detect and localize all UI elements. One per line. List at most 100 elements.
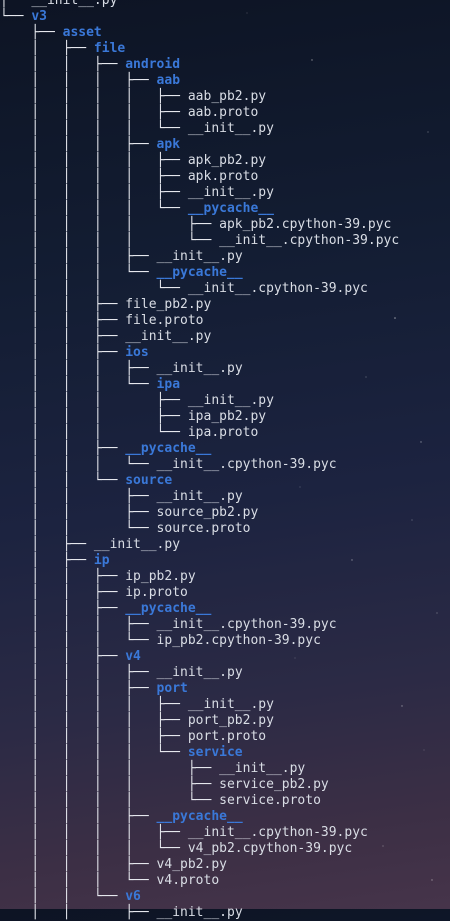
file-name: __init__.py <box>156 489 243 504</box>
tree-branch-lines: │ │ ├── <box>0 585 126 600</box>
tree-branch-lines: │ │ │ └── <box>0 377 157 392</box>
directory-name: ios <box>125 345 149 360</box>
tree-file-item: │ │ │ │ ├── port.proto <box>0 729 266 745</box>
directory-name: aab <box>156 73 181 88</box>
file-name: service_pb2.py <box>219 777 329 792</box>
file-name: __init__.cpython-39.pyc <box>187 825 368 840</box>
tree-branch-lines: │ │ │ ├── <box>0 137 157 152</box>
tree-branch-lines: │ │ │ │ ├── <box>0 777 220 792</box>
tree-branch-lines: │ │ ├── <box>0 569 126 584</box>
file-name: v4_pb2.cpython-39.pyc <box>187 841 353 856</box>
tree-directory-item: │ │ ├── __pycache__ <box>0 601 211 617</box>
tree-file-item: │ │ │ │ ├── __init__.py <box>0 185 274 201</box>
directory-name: __pycache__ <box>156 809 243 824</box>
directory-name: asset <box>62 25 102 40</box>
file-name: source.proto <box>156 521 251 536</box>
file-name: __init__.cpython-39.pyc <box>219 233 400 248</box>
tree-directory-item: │ │ │ └── ipa <box>0 377 180 393</box>
tree-branch-lines: │ │ ├── <box>0 649 126 664</box>
directory-name: __pycache__ <box>125 601 212 616</box>
tree-branch-lines: │ │ │ │ └── <box>0 121 188 136</box>
tree-file-item: │ │ │ ├── __init__.cpython-39.pyc <box>0 617 336 633</box>
directory-name: android <box>125 57 181 72</box>
tree-branch-lines: │ │ ├── <box>0 57 126 72</box>
file-name: ip_pb2.cpython-39.pyc <box>156 633 321 648</box>
tree-file-item: │ __init__.py <box>0 0 117 9</box>
file-name: __init__.py <box>156 665 243 680</box>
file-name: __init__.py <box>219 761 306 776</box>
tree-branch-lines: │ │ │ │ ├── <box>0 761 220 776</box>
tree-branch-lines: │ <box>0 0 32 8</box>
tree-file-item: │ │ │ │ ├── __init__.cpython-39.pyc <box>0 825 368 841</box>
file-name: __init__.py <box>187 121 274 136</box>
file-name: service.proto <box>219 793 321 808</box>
tree-branch-lines: │ │ │ │ ├── <box>0 729 188 744</box>
tree-branch-lines: │ │ │ │ └── <box>0 201 188 216</box>
tree-branch-lines: │ │ │ │ ├── <box>0 713 188 728</box>
directory-name: v6 <box>125 889 141 904</box>
tree-branch-lines: │ │ │ │ ├── <box>0 105 188 120</box>
directory-name: apk <box>156 137 181 152</box>
tree-file-item: │ │ │ ├── v4_pb2.py <box>0 857 227 873</box>
tree-file-item: │ │ │ └── __init__.cpython-39.pyc <box>0 281 368 297</box>
tree-directory-item: │ │ ├── android <box>0 57 180 73</box>
tree-file-item: │ │ │ │ ├── apk.proto <box>0 169 258 185</box>
tree-directory-item: │ │ │ ├── port <box>0 681 188 697</box>
tree-file-item: │ │ │ └── v4.proto <box>0 873 219 889</box>
file-name: apk_pb2.py <box>187 153 267 168</box>
tree-file-item: │ │ │ └── ip_pb2.cpython-39.pyc <box>0 633 321 649</box>
file-name: __init__.py <box>187 393 274 408</box>
file-name: __init__.py <box>187 185 274 200</box>
tree-directory-item: │ │ ├── ios <box>0 345 149 361</box>
tree-branch-lines: │ │ │ ├── <box>0 617 157 632</box>
tree-file-item: │ │ ├── file.proto <box>0 313 204 329</box>
file-name: __init__.py <box>156 361 243 376</box>
tree-branch-lines: │ │ │ └── <box>0 457 157 472</box>
file-name: ip_pb2.py <box>125 569 196 584</box>
tree-file-item: │ │ │ │ ├── aab_pb2.py <box>0 89 266 105</box>
file-name: source_pb2.py <box>156 505 259 520</box>
directory-name: __pycache__ <box>125 441 212 456</box>
tree-file-item: │ │ │ │ ├── __init__.py <box>0 697 274 713</box>
file-name: ip.proto <box>125 585 188 600</box>
tree-file-item: │ │ │ │ └── __init__.cpython-39.pyc <box>0 233 399 249</box>
tree-branch-lines: │ │ │ │ ├── <box>0 89 188 104</box>
directory-name: ipa <box>156 377 181 392</box>
tree-branch-lines: │ │ │ │ ├── <box>0 153 188 168</box>
tree-file-item: │ │ ├── source_pb2.py <box>0 505 258 521</box>
tree-file-item: │ │ │ └── __init__.cpython-39.pyc <box>0 457 336 473</box>
tree-file-item: │ │ ├── __init__.py <box>0 489 243 505</box>
tree-branch-lines: │ │ │ └── <box>0 633 157 648</box>
directory-name: service <box>187 745 243 760</box>
tree-branch-lines: │ │ │ │ └── <box>0 793 220 808</box>
file-name: __init__.py <box>156 905 243 920</box>
tree-branch-lines: ├── <box>0 25 63 40</box>
tree-branch-lines: │ │ └── <box>0 889 126 904</box>
directory-name: ip <box>93 553 110 568</box>
file-name: port_pb2.py <box>187 713 274 728</box>
tree-file-item: │ │ │ │ └── v4_pb2.cpython-39.pyc <box>0 841 352 857</box>
file-name: __init__.py <box>187 697 274 712</box>
tree-branch-lines: │ │ │ │ ├── <box>0 825 188 840</box>
file-name: aab_pb2.py <box>187 89 267 104</box>
tree-branch-lines: │ │ ├── <box>0 441 126 456</box>
tree-directory-item: ├── asset <box>0 25 102 41</box>
file-name: file.proto <box>125 313 204 328</box>
tree-branch-lines: │ │ ├── <box>0 505 157 520</box>
tree-file-item: │ │ │ │ ├── aab.proto <box>0 105 258 121</box>
tree-file-item: │ │ │ │ ├── service_pb2.py <box>0 777 329 793</box>
tree-branch-lines: │ │ │ │ ├── <box>0 169 188 184</box>
tree-file-item: │ │ ├── __init__.py <box>0 905 243 921</box>
tree-file-item: │ │ ├── ip_pb2.py <box>0 569 196 585</box>
tree-branch-lines: └── <box>0 9 32 24</box>
tree-directory-item: │ │ ├── v4 <box>0 649 141 665</box>
tree-branch-lines: │ │ │ │ └── <box>0 841 188 856</box>
file-name: apk_pb2.cpython-39.pyc <box>219 217 392 232</box>
tree-branch-lines: │ │ │ └── <box>0 873 157 888</box>
file-name: ipa_pb2.py <box>187 409 267 424</box>
file-name: ipa.proto <box>187 425 259 440</box>
tree-file-item: │ │ │ └── ipa.proto <box>0 425 258 441</box>
directory-name: source <box>125 473 173 488</box>
tree-branch-lines: │ │ ├── <box>0 297 126 312</box>
tree-file-item: │ │ ├── __init__.py <box>0 329 211 345</box>
